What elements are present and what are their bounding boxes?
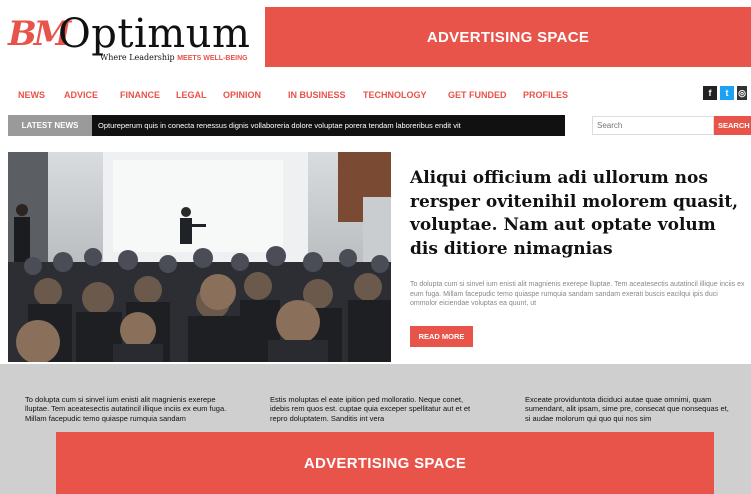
search-button[interactable]: SEARCH (714, 116, 751, 135)
nav-item-technology[interactable]: TECHNOLOGY (363, 90, 448, 104)
article-column-3[interactable]: Exceate providuntota diciduci autae quae… (525, 395, 735, 423)
bottom-advertising-banner[interactable]: ADVERTISING SPACE (56, 432, 714, 494)
top-advertising-banner[interactable]: ADVERTISING SPACE (265, 7, 751, 67)
nav-item-profiles[interactable]: PROFILES (523, 90, 583, 104)
top-ad-label: ADVERTISING SPACE (426, 28, 590, 46)
nav-item-news[interactable]: NEWS (18, 90, 64, 104)
logo-wordmark: Optimum (58, 11, 251, 57)
nav-item-advice[interactable]: ADVICE (64, 90, 120, 104)
site-logo[interactable]: BM Optimum Where Leadership MEETS WELL-B… (8, 10, 251, 62)
logo-tagline: Where Leadership MEETS WELL-BEING (100, 53, 248, 62)
nav-item-get-funded[interactable]: GET FUNDED (448, 90, 523, 104)
nav-item-finance[interactable]: FINANCE (120, 90, 176, 104)
article-column-2[interactable]: Estis moluptas el eate ipition ped mollo… (270, 395, 480, 423)
article-column-1[interactable]: To dolupta cum si sinvel ium enisti alit… (25, 395, 235, 423)
read-more-button[interactable]: READ MORE (410, 326, 473, 347)
nav-item-opinion[interactable]: OPINION (223, 90, 288, 104)
search-bar: SEARCH (592, 116, 751, 135)
facebook-icon[interactable]: f (703, 86, 717, 100)
search-input[interactable] (592, 116, 714, 135)
hero-image[interactable] (8, 152, 391, 362)
twitter-icon[interactable]: t (720, 86, 734, 100)
social-links: f t ◎ (703, 86, 747, 100)
logo-tagline-highlight: MEETS WELL-BEING (177, 55, 248, 62)
ticker-label: LATEST NEWS (8, 115, 92, 136)
news-ticker: LATEST NEWS Optureperum quis in conecta … (8, 115, 565, 136)
hero-excerpt: To dolupta cum si sinvel ium enisti alit… (410, 281, 745, 307)
hero-headline[interactable]: Aliqui officium adi ullorum nos rersper … (410, 167, 745, 261)
logo-tagline-prefix: Where Leadership (100, 53, 178, 62)
main-nav: NEWS ADVICE FINANCE LEGAL OPINION IN BUS… (18, 90, 583, 104)
ticker-headline[interactable]: Optureperum quis in conecta renessus dig… (92, 121, 461, 130)
nav-item-legal[interactable]: LEGAL (176, 90, 223, 104)
nav-item-in-business[interactable]: IN BUSINESS (288, 90, 363, 104)
instagram-icon[interactable]: ◎ (737, 86, 747, 100)
bottom-ad-label: ADVERTISING SPACE (303, 454, 467, 472)
